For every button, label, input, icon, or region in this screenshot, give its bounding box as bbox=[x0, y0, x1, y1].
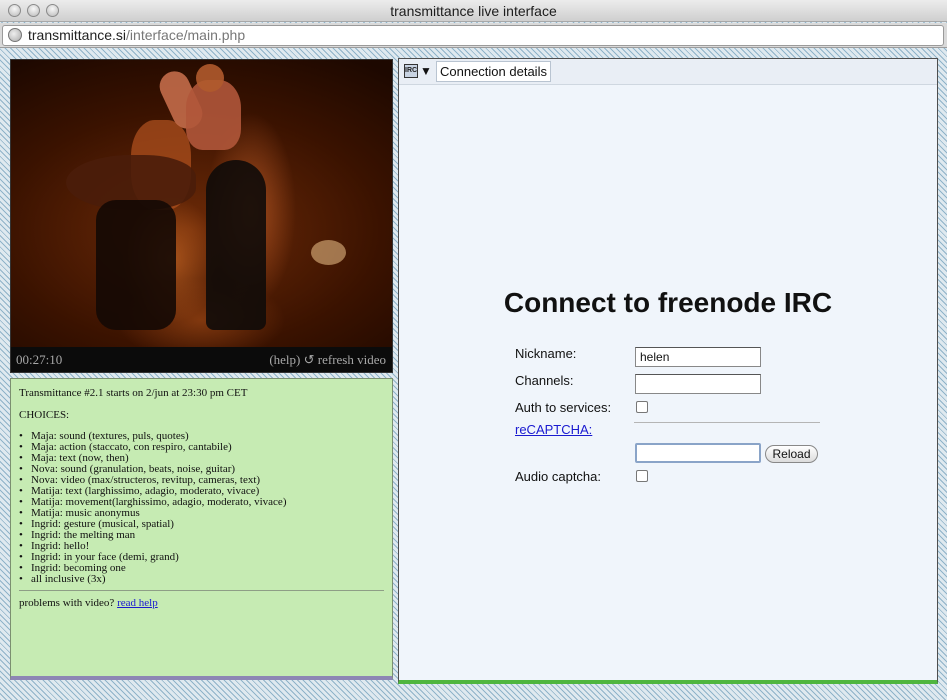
schedule-text: Transmittance #2.1 starts on 2/jun at 23… bbox=[19, 387, 248, 399]
nickname-label: Nickname: bbox=[515, 346, 577, 361]
irc-icon[interactable]: IRC bbox=[404, 64, 418, 78]
globe-icon bbox=[8, 28, 22, 42]
choice-text: all inclusive (3x) bbox=[31, 573, 106, 585]
video-player: 00:27:10 (help) ↺ refresh video bbox=[10, 59, 393, 373]
window-controls bbox=[8, 4, 59, 17]
video-help-text: problems with video? read help bbox=[19, 597, 384, 610]
zoom-window-button[interactable] bbox=[46, 4, 59, 17]
url-host: transmittance.si bbox=[28, 27, 127, 43]
video-help-link[interactable]: (help) bbox=[269, 352, 300, 367]
info-panel: Transmittance #2.1 starts on 2/jun at 23… bbox=[10, 378, 393, 680]
captcha-input[interactable] bbox=[635, 443, 761, 463]
audio-captcha-checkbox[interactable] bbox=[636, 470, 648, 482]
reload-button[interactable]: Reload bbox=[765, 445, 818, 463]
video-controls: 00:27:10 (help) ↺ refresh video bbox=[11, 347, 392, 372]
help-question: problems with video? bbox=[19, 597, 115, 609]
minimize-window-button[interactable] bbox=[27, 4, 40, 17]
choices-list: • Maja: sound (textures, puls, quotes) • M… bbox=[19, 431, 384, 585]
irc-panel: IRC ▼ Connection details Connect to free… bbox=[398, 58, 938, 684]
audio-captcha-label: Audio captcha: bbox=[515, 469, 602, 484]
video-figure-head bbox=[196, 64, 224, 92]
auth-label: Auth to services: bbox=[515, 400, 612, 415]
channels-label: Channels: bbox=[515, 373, 574, 388]
channels-input[interactable] bbox=[635, 374, 761, 394]
recaptcha-link[interactable]: reCAPTCHA: bbox=[515, 422, 592, 437]
divider bbox=[19, 590, 384, 591]
video-figure-bent-legs bbox=[96, 200, 176, 330]
url-path: /interface/main.php bbox=[126, 27, 246, 43]
close-window-button[interactable] bbox=[8, 4, 21, 17]
address-bar: transmittance.si/interface/main.php bbox=[0, 23, 947, 48]
video-links: (help) ↺ refresh video bbox=[269, 347, 386, 372]
window-title: transmittance live interface bbox=[390, 3, 557, 19]
video-timecode: 00:27:10 bbox=[16, 352, 63, 367]
nickname-input[interactable] bbox=[635, 347, 761, 367]
video-figure-legs bbox=[206, 160, 266, 330]
auth-checkbox[interactable] bbox=[636, 401, 648, 413]
url-field[interactable]: transmittance.si/interface/main.php bbox=[2, 25, 944, 46]
stage-light bbox=[311, 240, 346, 265]
refresh-video-link[interactable]: ↺ refresh video bbox=[304, 352, 386, 367]
list-item: • all inclusive (3x) bbox=[19, 574, 384, 585]
connect-title: Connect to freenode IRC bbox=[503, 287, 833, 318]
chevron-down-icon[interactable]: ▼ bbox=[420, 63, 432, 79]
choices-heading: CHOICES: bbox=[19, 409, 70, 421]
video-frame[interactable] bbox=[11, 60, 392, 347]
irc-tabbar: IRC ▼ Connection details bbox=[399, 59, 937, 85]
captcha-divider bbox=[634, 422, 820, 423]
tab-connection-details[interactable]: Connection details bbox=[436, 61, 551, 82]
read-help-link[interactable]: read help bbox=[117, 597, 158, 609]
bullet: • bbox=[19, 573, 23, 585]
window-titlebar: transmittance live interface bbox=[0, 0, 947, 22]
